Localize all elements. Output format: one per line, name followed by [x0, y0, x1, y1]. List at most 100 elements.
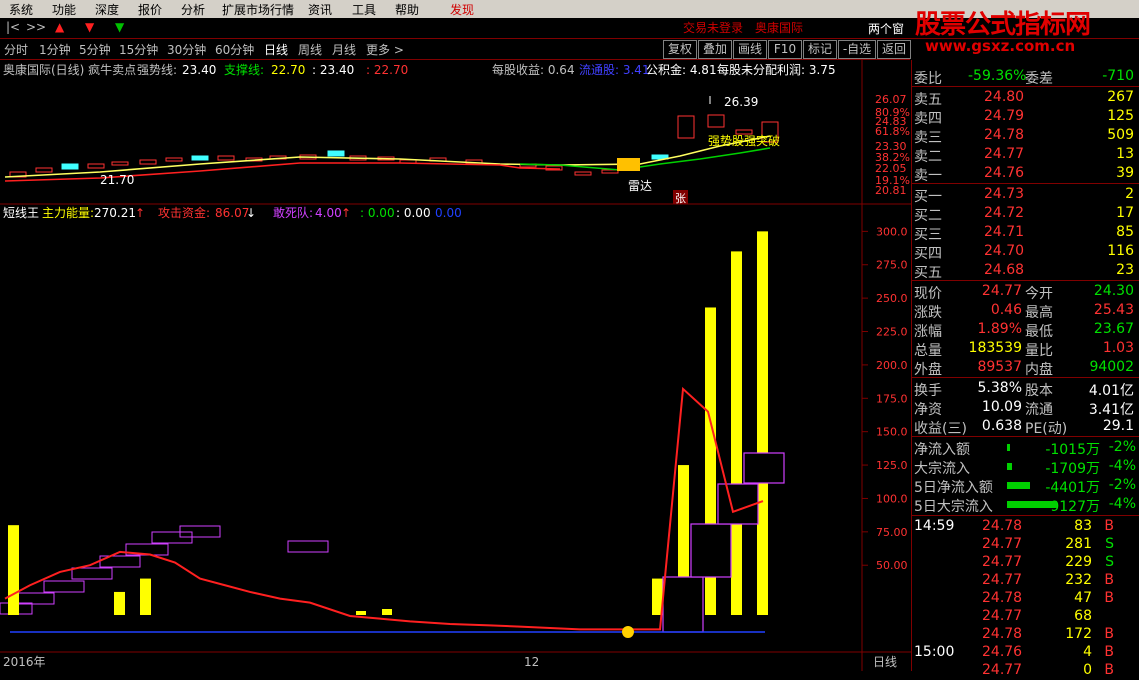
- menu-discover[interactable]: 发现: [450, 1, 474, 18]
- menu-analysis[interactable]: 分析: [181, 1, 205, 18]
- candle: [139, 159, 157, 165]
- tick-volume: 47: [1074, 590, 1092, 606]
- ask-volume: 267: [1107, 89, 1134, 105]
- dare-squad-box: [71, 567, 113, 580]
- bid-volume: 23: [1116, 262, 1134, 278]
- stat-row: 涨幅 1.89% 最低 23.67: [912, 320, 1139, 340]
- menu-tools[interactable]: 工具: [352, 1, 376, 18]
- stat-label: 内盘: [1025, 362, 1053, 378]
- tick-price: 24.77: [982, 572, 1023, 588]
- menu-news[interactable]: 资讯: [308, 1, 332, 18]
- fund-value: 0.638: [981, 418, 1022, 434]
- period-30min[interactable]: 30分钟: [167, 41, 206, 58]
- price-axis-label: 26.07: [875, 93, 907, 106]
- period-tick[interactable]: 分时: [4, 41, 28, 58]
- tick-direction: B: [1104, 644, 1114, 660]
- bid-row: 买三 24.71 85: [912, 223, 1139, 243]
- stat-value: 25.43: [1093, 302, 1134, 318]
- bottom-panel-title: 短线王: [3, 206, 39, 220]
- ask-row: 卖三 24.78 509: [912, 126, 1139, 146]
- bid-price: 24.72: [984, 205, 1025, 221]
- energy-bar: [757, 231, 768, 615]
- watchlist-button[interactable]: -自选: [838, 40, 876, 59]
- candle: [191, 155, 209, 161]
- adjust-button[interactable]: 复权: [663, 40, 697, 59]
- energy-axis-label: 100.0: [876, 492, 908, 505]
- flow-pct: -2%: [1108, 439, 1136, 455]
- nav-back-icon[interactable]: |<: [6, 20, 20, 34]
- tick-direction: S: [1105, 554, 1114, 570]
- energy-box: [690, 523, 732, 578]
- divider: [912, 280, 1139, 281]
- energy-axis-label: 225.0: [876, 326, 908, 339]
- fund-value: 4.01亿: [1088, 383, 1134, 399]
- stock-name-link[interactable]: 奥康国际: [755, 19, 803, 36]
- tick-price: 24.77: [982, 554, 1023, 570]
- tick-row: 15:00 24.76 4 B: [912, 643, 1139, 662]
- period-more[interactable]: 更多 >: [366, 41, 404, 58]
- period-monthly[interactable]: 月线: [332, 41, 356, 58]
- login-status-link[interactable]: 交易未登录: [683, 19, 743, 36]
- weibi-row: 委比 -59.36% 委差 -710: [912, 67, 1139, 87]
- strong-line-label: 强势线:: [137, 63, 177, 77]
- fund-label: 股本: [1025, 383, 1053, 399]
- bid-row: 买一 24.73 2: [912, 185, 1139, 205]
- overlay-button[interactable]: 叠加: [698, 40, 732, 59]
- menu-extended-market[interactable]: 扩展市场行情: [222, 1, 294, 18]
- candle: [35, 167, 53, 173]
- stat-value: 94002: [1089, 359, 1134, 375]
- stat-label: 涨跌: [914, 305, 942, 321]
- menu-system[interactable]: 系统: [9, 1, 33, 18]
- stat-label: 外盘: [914, 362, 942, 378]
- fund-label: PE(动): [1025, 421, 1068, 437]
- candle: [217, 155, 235, 161]
- green-arrow-icon[interactable]: ▼: [115, 20, 124, 34]
- tick-row: 24.78 172 B: [912, 625, 1139, 644]
- dare-squad-box: [17, 592, 55, 605]
- energy-axis-label: 300.0: [876, 225, 908, 238]
- menu-function[interactable]: 功能: [52, 1, 76, 18]
- bottom-value-6: 0.00: [435, 206, 462, 220]
- period-15min[interactable]: 15分钟: [119, 41, 158, 58]
- bid-label: 买一: [914, 189, 942, 205]
- tick-price: 24.77: [982, 536, 1023, 552]
- mark-button[interactable]: 标记: [803, 40, 837, 59]
- down-arrow-icon[interactable]: ▼: [85, 20, 94, 34]
- candle: [165, 157, 183, 162]
- tick-volume: 172: [1065, 626, 1092, 642]
- stat-value: 1.89%: [977, 321, 1022, 337]
- menu-help[interactable]: 帮助: [395, 1, 419, 18]
- period-5min[interactable]: 5分钟: [79, 41, 111, 58]
- watermark-title: 股票公式指标网: [915, 10, 1091, 40]
- bid-volume: 2: [1125, 186, 1134, 202]
- bid-price: 24.70: [984, 243, 1025, 259]
- window-mode-button[interactable]: 两个窗: [868, 20, 905, 37]
- ask-label: 卖二: [914, 149, 942, 165]
- bottom-value-4: : 0.00: [360, 206, 395, 220]
- tick-time: 14:59: [914, 518, 955, 534]
- radar-marker: [617, 158, 640, 171]
- up-arrow-icon[interactable]: ▲: [55, 20, 64, 34]
- stat-row: 外盘 89537 内盘 94002: [912, 358, 1139, 378]
- energy-axis-label: 175.0: [876, 392, 908, 405]
- period-daily[interactable]: 日线: [264, 41, 288, 58]
- flow-row: 净流入额 -1015万 -2%: [912, 438, 1139, 458]
- divider: [912, 183, 1139, 184]
- stat-value: 1.03: [1102, 340, 1134, 356]
- flow-label: 5日大宗流入: [914, 499, 993, 515]
- nav-forward-icon[interactable]: >>: [26, 20, 46, 34]
- stat-label: 现价: [914, 286, 942, 302]
- period-weekly[interactable]: 周线: [298, 41, 322, 58]
- menu-depth[interactable]: 深度: [95, 1, 119, 18]
- draw-line-button[interactable]: 画线: [733, 40, 767, 59]
- period-1min[interactable]: 1分钟: [39, 41, 71, 58]
- back-button[interactable]: 返回: [877, 40, 911, 59]
- f10-button[interactable]: F10: [768, 40, 802, 59]
- ask-price: 24.77: [984, 146, 1025, 162]
- ask-label: 卖三: [914, 130, 942, 146]
- energy-box: [662, 576, 704, 633]
- top-value-4: : 22.70: [366, 63, 408, 77]
- tick-price: 24.77: [982, 608, 1023, 624]
- menu-quote[interactable]: 报价: [138, 1, 162, 18]
- period-60min[interactable]: 60分钟: [215, 41, 254, 58]
